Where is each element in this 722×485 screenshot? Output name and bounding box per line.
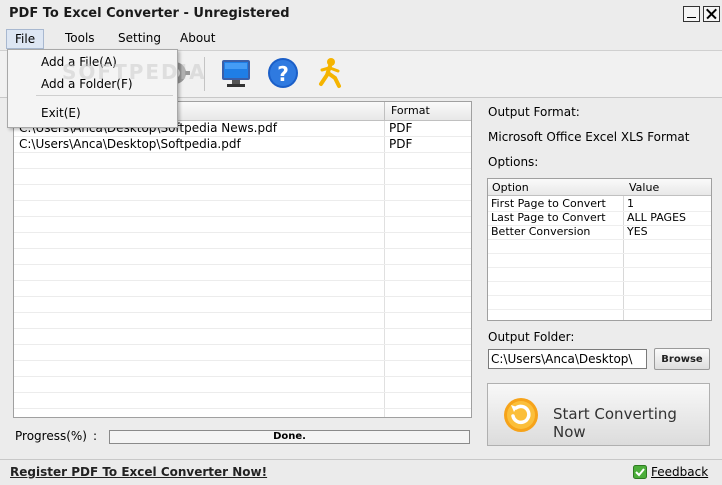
- close-button[interactable]: [703, 6, 720, 22]
- column-header-option[interactable]: Option: [492, 181, 529, 194]
- menu-tools[interactable]: Tools: [57, 28, 103, 48]
- file-list[interactable]: Format C:\Users\Anca\Desktop\Softpedia N…: [13, 101, 472, 418]
- option-name: First Page to Convert: [491, 197, 606, 210]
- empty-row: [488, 281, 711, 296]
- empty-row: [14, 169, 471, 185]
- empty-row: [488, 239, 711, 254]
- menu-bar: File Tools Setting About: [0, 28, 722, 50]
- menu-about[interactable]: About: [172, 28, 223, 48]
- option-name: Better Conversion: [491, 225, 591, 238]
- help-icon[interactable]: ?: [266, 56, 300, 90]
- feedback-check-icon: [633, 465, 647, 479]
- register-link[interactable]: Register PDF To Excel Converter Now!: [10, 465, 267, 479]
- empty-row: [14, 297, 471, 313]
- option-row[interactable]: First Page to Convert 1: [488, 197, 711, 212]
- empty-row: [14, 329, 471, 345]
- runner-icon[interactable]: [313, 56, 347, 90]
- options-label: Options:: [488, 155, 539, 169]
- progress-status: Done.: [273, 431, 306, 442]
- file-path: C:\Users\Anca\Desktop\Softpedia.pdf: [19, 137, 241, 151]
- empty-row: [488, 253, 711, 268]
- monitor-icon[interactable]: [219, 56, 253, 90]
- window-title: PDF To Excel Converter - Unregistered: [9, 6, 290, 21]
- minimize-icon: [687, 17, 696, 18]
- output-folder-label: Output Folder:: [488, 330, 575, 344]
- empty-row: [14, 361, 471, 377]
- option-value: ALL PAGES: [627, 211, 686, 224]
- status-bar: Register PDF To Excel Converter Now! Fee…: [0, 459, 722, 485]
- feedback-link[interactable]: Feedback: [651, 465, 708, 479]
- column-header-value[interactable]: Value: [629, 181, 659, 194]
- menu-setting[interactable]: Setting: [110, 28, 169, 48]
- empty-row: [14, 217, 471, 233]
- progress-bar: Done.: [109, 430, 470, 444]
- column-header-format[interactable]: Format: [391, 104, 430, 117]
- output-format-value: Microsoft Office Excel XLS Format: [488, 130, 690, 144]
- title-bar: PDF To Excel Converter - Unregistered: [0, 0, 722, 27]
- option-row[interactable]: Better Conversion YES: [488, 225, 711, 240]
- options-header: Option Value: [488, 179, 711, 196]
- options-table[interactable]: Option Value First Page to Convert 1 Las…: [487, 178, 712, 321]
- menu-separator: [36, 95, 173, 96]
- option-row[interactable]: Last Page to Convert ALL PAGES: [488, 211, 711, 226]
- refresh-icon: [504, 398, 538, 432]
- svg-text:?: ?: [277, 62, 289, 86]
- minimize-button[interactable]: [683, 6, 700, 22]
- option-value: YES: [627, 225, 648, 238]
- progress-colon: :: [93, 429, 98, 443]
- file-row[interactable]: C:\Users\Anca\Desktop\Softpedia.pdf PDF: [14, 137, 471, 153]
- empty-row: [488, 295, 711, 310]
- empty-row: [14, 265, 471, 281]
- progress-label: Progress(%): [15, 429, 87, 443]
- empty-row: [14, 185, 471, 201]
- app-window: PDF To Excel Converter - Unregistered Fi…: [0, 0, 722, 485]
- option-value: 1: [627, 197, 634, 210]
- file-format: PDF: [389, 137, 413, 151]
- start-converting-button[interactable]: Start Converting Now: [487, 383, 710, 446]
- output-folder-input[interactable]: [488, 349, 647, 369]
- empty-row: [14, 201, 471, 217]
- browse-button[interactable]: Browse: [654, 348, 710, 370]
- empty-row: [14, 281, 471, 297]
- menu-item-exit[interactable]: Exit(E): [41, 104, 81, 122]
- watermark: SOFTPEDIA: [62, 60, 207, 84]
- file-format: PDF: [389, 121, 413, 135]
- empty-row: [14, 313, 471, 329]
- empty-row: [14, 345, 471, 361]
- empty-row: [14, 393, 471, 409]
- empty-row: [488, 267, 711, 282]
- menu-file[interactable]: File: [6, 29, 45, 49]
- start-converting-label: Start Converting Now: [553, 405, 677, 441]
- empty-row: [14, 153, 471, 169]
- output-format-label: Output Format:: [488, 105, 580, 119]
- empty-row: [14, 377, 471, 393]
- empty-row: [14, 233, 471, 249]
- option-name: Last Page to Convert: [491, 211, 606, 224]
- empty-row: [14, 249, 471, 265]
